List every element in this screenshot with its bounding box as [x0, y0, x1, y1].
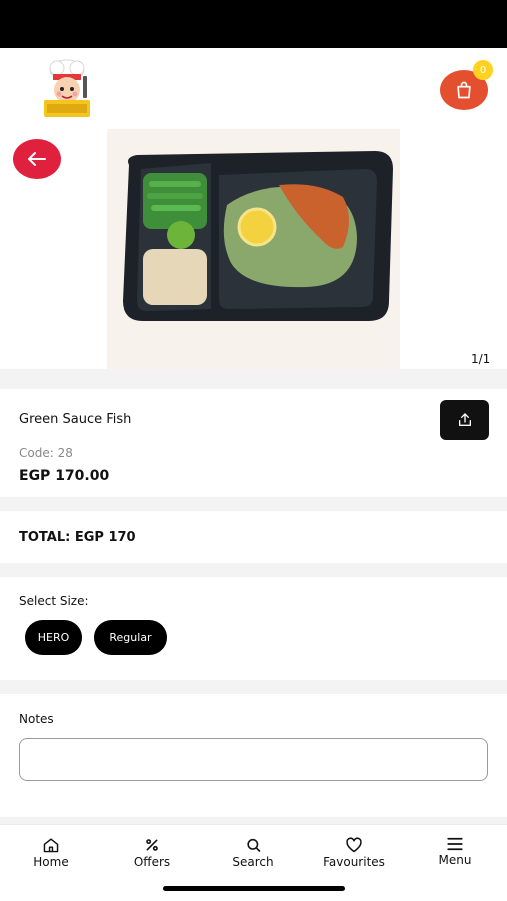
arrow-left-icon [28, 152, 46, 166]
product-title: Green Sauce Fish [19, 412, 132, 427]
heart-icon [346, 837, 362, 853]
cart-count-badge: 0 [473, 60, 493, 80]
product-price: EGP 170.00 [19, 468, 110, 484]
share-icon [458, 413, 471, 426]
nav-menu-label: Menu [438, 853, 472, 867]
product-image[interactable] [107, 129, 400, 369]
nav-offers-label: Offers [133, 855, 171, 869]
nav-offers[interactable]: Offers [102, 837, 202, 869]
nav-favourites-label: Favourites [323, 855, 385, 869]
back-button[interactable] [13, 139, 61, 179]
size-section-label: Select Size: [19, 594, 89, 608]
nav-menu[interactable]: Menu [405, 837, 505, 867]
size-option-regular[interactable]: Regular [94, 620, 167, 655]
section-divider [0, 369, 507, 389]
notes-input[interactable] [19, 738, 488, 781]
share-button[interactable] [440, 400, 489, 440]
size-option-hero[interactable]: HERO [25, 620, 82, 655]
notes-label: Notes [19, 712, 54, 726]
shopping-bag-icon [457, 81, 471, 99]
menu-icon [447, 837, 463, 851]
nav-search[interactable]: Search [203, 837, 303, 869]
section-divider [0, 680, 507, 694]
nav-favourites[interactable]: Favourites [304, 837, 404, 869]
percent-icon [146, 839, 158, 851]
section-divider [0, 497, 507, 511]
nav-home[interactable]: Home [1, 837, 101, 869]
nav-search-label: Search [232, 855, 274, 869]
brand-logo[interactable] [38, 58, 96, 120]
nav-home-label: Home [33, 855, 69, 869]
product-code: Code: 28 [19, 446, 73, 460]
section-divider [0, 563, 507, 577]
status-bar [0, 0, 507, 48]
image-counter: 1/1 [471, 352, 491, 366]
home-indicator [163, 886, 345, 891]
home-icon [43, 838, 59, 853]
search-icon [246, 838, 260, 852]
total-price: TOTAL: EGP 170 [19, 530, 136, 545]
